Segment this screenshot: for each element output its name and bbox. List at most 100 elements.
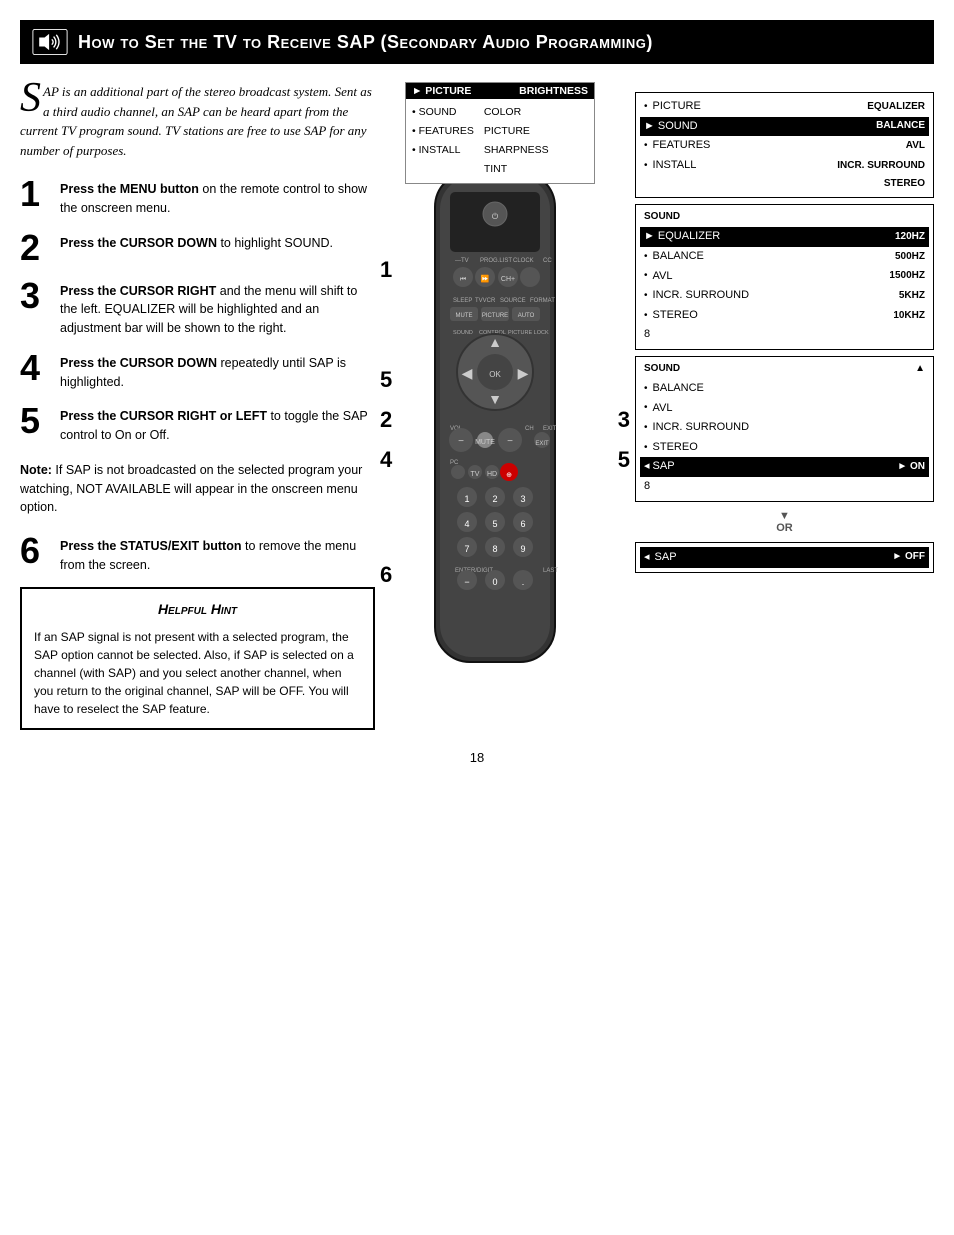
remote-step-label-1: 1 xyxy=(380,257,392,283)
step-number-5: 5 xyxy=(20,403,60,439)
menu4-row-stereo: • STEREO xyxy=(644,438,925,458)
svg-text:−: − xyxy=(464,577,469,587)
svg-text:.: . xyxy=(522,577,525,587)
menu2-val-incr: INCR. SURROUND xyxy=(837,158,925,174)
menu3-row-balance: • BALANCE 500HZ xyxy=(644,247,925,267)
menu-header-picture: ► PICTURE xyxy=(412,85,471,97)
remote-step-label-6: 6 xyxy=(380,562,392,588)
menu3-val-1500hz: 1500HZ xyxy=(889,268,925,284)
bullet-icon: • xyxy=(644,420,648,436)
picture-menu-panel: ► PICTURE BRIGHTNESS • SOUND • FEATURES … xyxy=(405,82,595,184)
remote-area: ► PICTURE BRIGHTNESS • SOUND • FEATURES … xyxy=(395,82,625,730)
menu3-row-equalizer: ► EQUALIZER 120HZ xyxy=(640,227,929,247)
svg-text:MUTE: MUTE xyxy=(456,313,473,319)
menu4-row-avl: • AVL xyxy=(644,399,925,419)
svg-text:CH+: CH+ xyxy=(501,276,515,283)
step-number-6: 6 xyxy=(20,533,60,569)
menu3-val-500hz: 500HZ xyxy=(895,249,925,265)
bullet-icon: • xyxy=(644,288,648,304)
menu-item-features: • FEATURES xyxy=(412,122,474,141)
svg-text:PROG.LIST: PROG.LIST xyxy=(480,258,512,264)
menu2-row-install: • INSTALL INCR. SURROUND xyxy=(644,156,925,176)
step-text-1: Press the MENU button on the remote cont… xyxy=(60,176,375,218)
menu-val-tint: TINT xyxy=(484,160,549,179)
menu3-row-8: 8 xyxy=(644,325,925,345)
menu3-panel: SOUND ► EQUALIZER 120HZ • BALANCE 500HZ … xyxy=(635,204,934,350)
menu4-val-on: ► ON xyxy=(897,459,925,475)
svg-text:MUTE: MUTE xyxy=(475,439,495,446)
menu2-row-features: • FEATURES AVL xyxy=(644,136,925,156)
page-header: How to Set the TV to Receive SAP (Second… xyxy=(20,20,934,64)
svg-text:⏮: ⏮ xyxy=(460,276,466,283)
svg-text:EXIT: EXIT xyxy=(543,426,557,432)
step-number-1: 1 xyxy=(20,176,60,212)
left-column: SAP is an additional part of the stereo … xyxy=(20,82,375,730)
menu2-val-balance: BALANCE xyxy=(876,118,925,134)
step-5: 5 Press the CURSOR RIGHT or LEFT to togg… xyxy=(20,403,375,445)
menu4-up-arrow: ▲ xyxy=(915,361,925,377)
bullet-icon: • xyxy=(644,268,648,284)
svg-text:8: 8 xyxy=(492,544,497,554)
step-text-5: Press the CURSOR RIGHT or LEFT to toggle… xyxy=(60,403,375,445)
step-1: 1 Press the MENU button on the remote co… xyxy=(20,176,375,218)
menu-header-brightness: BRIGHTNESS xyxy=(519,85,588,97)
menu3-text-incr: INCR. SURROUND xyxy=(653,287,750,305)
svg-text:SLEEP: SLEEP xyxy=(453,298,472,304)
menu3-val-10khz: 10KHZ xyxy=(893,308,925,324)
step-3: 3 Press the CURSOR RIGHT and the menu wi… xyxy=(20,278,375,338)
svg-text:AUTO: AUTO xyxy=(518,313,535,319)
arrow-icon: ◂ xyxy=(644,549,650,567)
remote-step-label-5b: 5 xyxy=(618,447,630,473)
menu3-text-stereo: STEREO xyxy=(653,307,698,325)
menu-val-picture: PICTURE xyxy=(484,122,549,141)
picture-menu-body: • SOUND • FEATURES • INSTALL COLOR PICTU… xyxy=(406,99,594,183)
svg-text:CH: CH xyxy=(525,426,534,432)
menu4-panel: SOUND ▲ • BALANCE • AVL • INCR. SURROUND… xyxy=(635,356,934,502)
svg-text:⏻: ⏻ xyxy=(492,212,499,221)
remote-svg: ⏻ —TV PROG.LIST CLOCK CC ⏮ ⏩ CH+ SLEEP xyxy=(395,162,595,682)
bullet-icon: • xyxy=(644,381,648,397)
menu3-text-equalizer: EQUALIZER xyxy=(658,228,720,246)
svg-text:CC: CC xyxy=(543,258,552,264)
svg-text:⊕: ⊕ xyxy=(506,472,512,479)
page-title: How to Set the TV to Receive SAP (Second… xyxy=(78,32,653,53)
menu4-text-8: 8 xyxy=(644,478,650,496)
page-number: 18 xyxy=(20,750,934,775)
main-content: SAP is an additional part of the stereo … xyxy=(20,82,934,730)
menu3-row-stereo: • STEREO 10KHZ xyxy=(644,306,925,326)
menu5-text-sap: SAP xyxy=(655,549,677,567)
menu3-text-avl: AVL xyxy=(653,268,673,286)
remote-control: ⏻ —TV PROG.LIST CLOCK CC ⏮ ⏩ CH+ SLEEP xyxy=(395,162,625,685)
picture-menu-header: ► PICTURE BRIGHTNESS xyxy=(406,83,594,99)
menu-item-install: • INSTALL xyxy=(412,141,474,160)
menu-item-sound: • SOUND xyxy=(412,103,474,122)
or-separator: ▼ OR xyxy=(635,510,934,534)
menu-val-color: COLOR xyxy=(484,103,549,122)
menu2-row-stereo: STEREO xyxy=(644,175,925,193)
svg-text:−: − xyxy=(507,436,513,447)
menu3-row-incr: • INCR. SURROUND 5KHZ xyxy=(644,286,925,306)
step-text-3: Press the CURSOR RIGHT and the menu will… xyxy=(60,278,375,338)
menu4-text-stereo: STEREO xyxy=(653,439,698,457)
menu2-row-sound-highlighted: ► SOUND BALANCE xyxy=(640,117,929,137)
svg-text:▲: ▲ xyxy=(488,334,502,350)
step-text-6: Press the STATUS/EXIT button to remove t… xyxy=(60,533,375,575)
svg-text:SOURCE: SOURCE xyxy=(500,298,526,304)
helpful-hint-text: If an SAP signal is not present with a s… xyxy=(34,628,361,718)
step-text-2: Press the CURSOR DOWN to highlight SOUND… xyxy=(60,230,333,253)
arrow-icon: ◂ xyxy=(644,458,650,476)
menu4-row-8: 8 xyxy=(644,477,925,497)
helpful-hint-box: Helpful Hint If an SAP signal is not pre… xyxy=(20,587,375,730)
svg-text:TV: TV xyxy=(471,471,480,478)
svg-text:FORMAT: FORMAT xyxy=(530,298,555,304)
step-6: 6 Press the STATUS/EXIT button to remove… xyxy=(20,533,375,575)
bullet-icon: • xyxy=(644,308,648,324)
svg-text:−: − xyxy=(458,436,464,447)
svg-text:6: 6 xyxy=(520,519,525,529)
svg-text:PICTURE: PICTURE xyxy=(482,313,508,319)
arrow-icon: ► xyxy=(644,228,655,246)
menu4-row-sap-on: ◂ SAP ► ON xyxy=(640,457,929,477)
svg-text:OK: OK xyxy=(489,370,501,379)
menu2-panel: • PICTURE EQUALIZER ► SOUND BALANCE • FE… xyxy=(635,92,934,198)
svg-text:⏩: ⏩ xyxy=(481,274,490,283)
